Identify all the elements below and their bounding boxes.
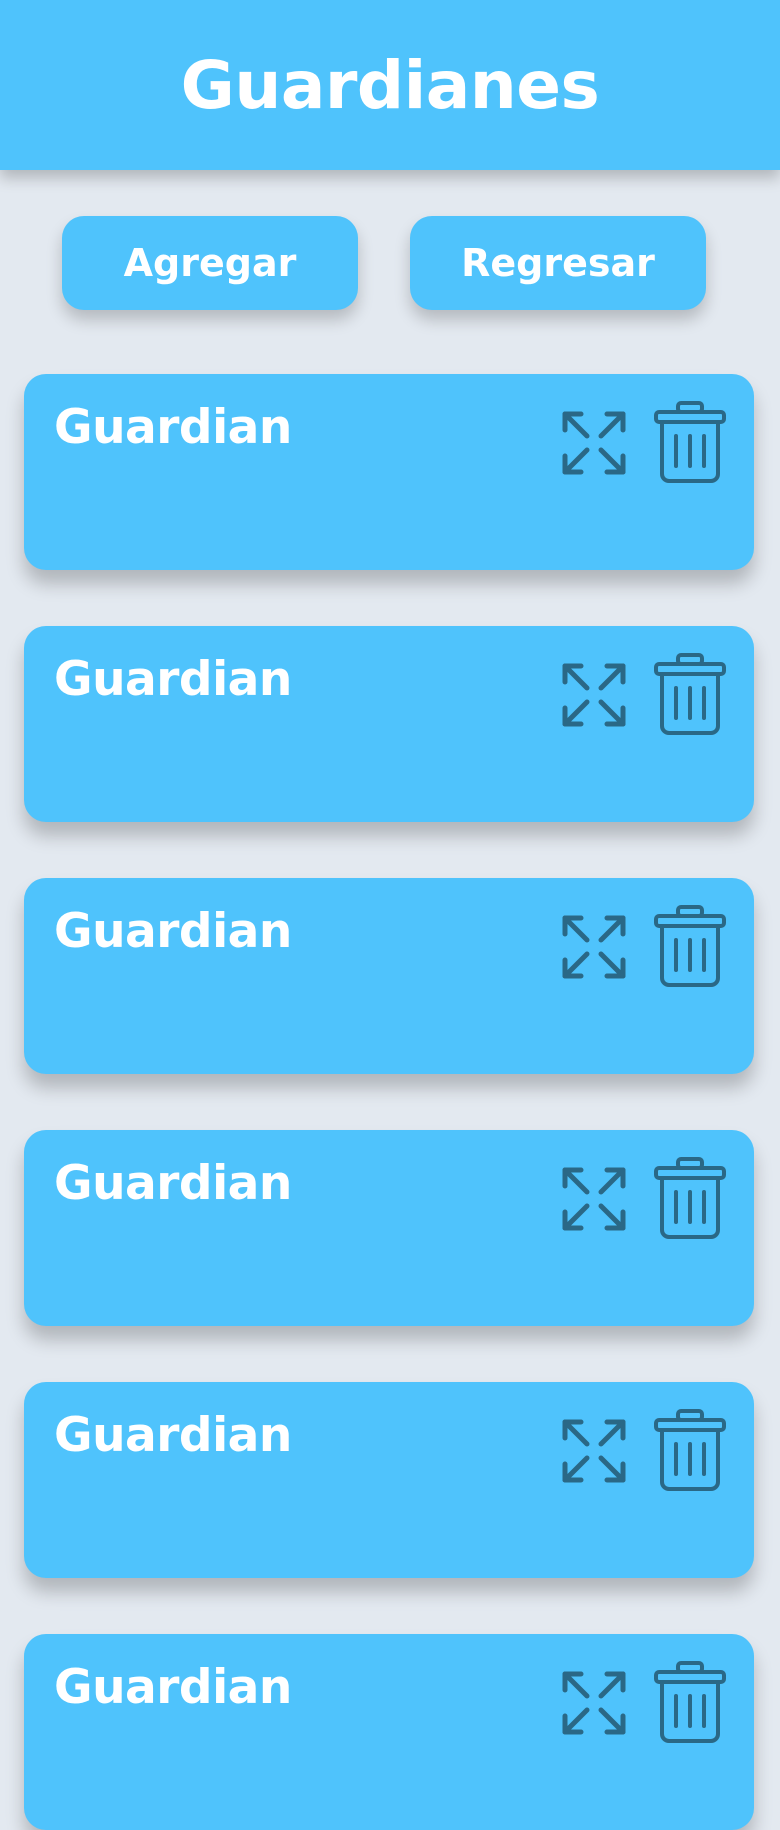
page-title: Guardianes	[180, 46, 600, 124]
trash-icon[interactable]	[652, 904, 728, 988]
trash-icon[interactable]	[652, 1408, 728, 1492]
guardian-card[interactable]: Guardian	[24, 374, 754, 570]
expand-icon[interactable]	[559, 1164, 629, 1234]
guardian-card[interactable]: Guardian	[24, 626, 754, 822]
guardian-card[interactable]: Guardian	[24, 1634, 754, 1830]
expand-icon[interactable]	[559, 1668, 629, 1738]
app-header: Guardianes	[0, 0, 780, 170]
guardian-title: Guardian	[54, 1408, 292, 1463]
guardian-title: Guardian	[54, 904, 292, 959]
trash-icon[interactable]	[652, 652, 728, 736]
back-button[interactable]: Regresar	[410, 216, 706, 310]
expand-icon[interactable]	[559, 660, 629, 730]
guardian-card[interactable]: Guardian	[24, 1130, 754, 1326]
guardian-card[interactable]: Guardian	[24, 878, 754, 1074]
guardian-title: Guardian	[54, 652, 292, 707]
add-button[interactable]: Agregar	[62, 216, 358, 310]
expand-icon[interactable]	[559, 912, 629, 982]
guardian-title: Guardian	[54, 400, 292, 455]
guardian-title: Guardian	[54, 1156, 292, 1211]
trash-icon[interactable]	[652, 1156, 728, 1240]
trash-icon[interactable]	[652, 1660, 728, 1744]
trash-icon[interactable]	[652, 400, 728, 484]
expand-icon[interactable]	[559, 408, 629, 478]
guardian-card[interactable]: Guardian	[24, 1382, 754, 1578]
expand-icon[interactable]	[559, 1416, 629, 1486]
